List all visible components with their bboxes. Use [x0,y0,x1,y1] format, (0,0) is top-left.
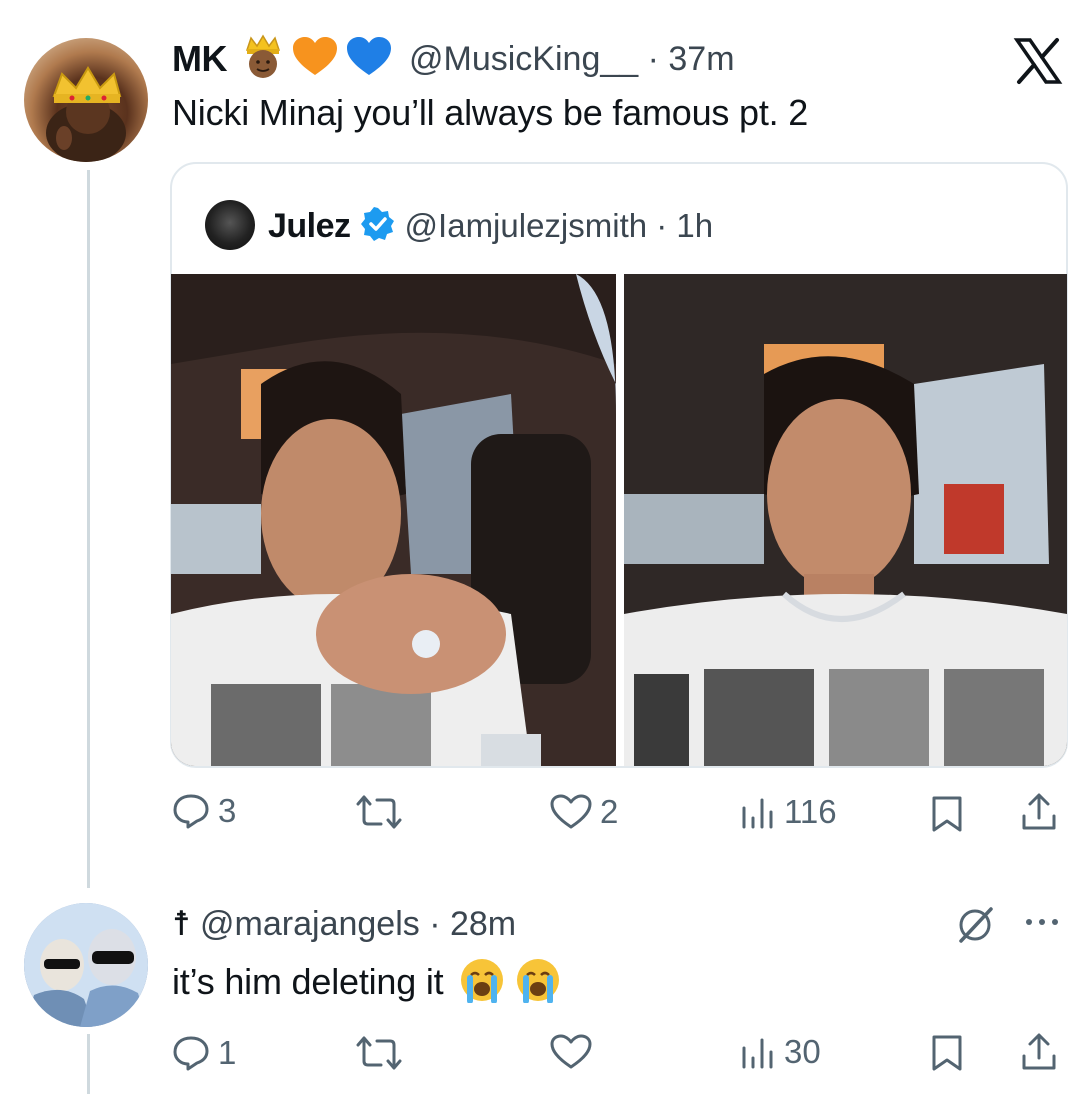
like-button[interactable]: 2 [550,793,618,831]
reply-author-avatar[interactable] [24,903,148,1027]
x-logo-icon [1013,36,1063,86]
retweet-icon [355,794,403,830]
quoted-photo-2[interactable] [624,274,1067,766]
reply-header: ☨ @marajangels · 28m [172,900,516,948]
author-name[interactable]: MK [172,38,228,80]
reply-like-button[interactable] [550,1034,600,1070]
reply-author-name[interactable]: ☨ [172,904,191,944]
more-options-button[interactable] [1022,912,1062,937]
orange-heart-emoji-icon [293,36,337,82]
reply-button[interactable]: 3 [172,792,236,830]
views-chart-icon [740,1034,776,1070]
retweet-icon [355,1035,403,1071]
bookmark-icon [930,796,964,837]
grok-button[interactable] [955,903,997,950]
thread-line [87,1034,90,1094]
tweet-text: Nicki Minaj you’ll always be famous pt. … [172,92,809,133]
reply-bookmark-button[interactable] [930,1034,964,1077]
reply-reply-count: 1 [218,1034,237,1071]
views-count: 116 [784,793,837,830]
thread-line [87,170,90,888]
author-avatar[interactable] [24,38,148,162]
reply-body: it’s him deleting it [172,957,561,1007]
reply-icon [172,1035,210,1071]
heart-icon [550,1034,592,1070]
quoted-author-handle-time[interactable]: @Iamjulezjsmith · 1h [405,207,714,245]
views-chart-icon [740,794,776,830]
reply-icon [172,793,210,829]
reply-views-count: 30 [784,1033,821,1070]
quoted-tweet-header: Julez @Iamjulezjsmith · 1h [268,200,713,252]
bookmark-icon [930,1035,964,1076]
author-handle-time[interactable]: @MusicKing__ · 37m [409,40,735,79]
loudly-crying-face-emoji-icon [459,957,505,1008]
crown-face-emoji-icon [243,34,283,85]
verified-badge-icon [360,206,395,246]
like-count: 2 [600,793,619,830]
heart-icon [550,794,592,830]
share-button[interactable] [1020,792,1058,837]
retweet-button[interactable] [355,794,411,830]
quoted-author-avatar[interactable] [205,200,255,250]
slashed-circle-icon [955,907,997,949]
blue-heart-emoji-icon [347,36,391,82]
reply-reply-button[interactable]: 1 [172,1034,236,1072]
reply-handle-time[interactable]: @marajangels · 28m [200,905,516,944]
quoted-author-name[interactable]: Julez [268,207,351,246]
share-icon [1020,793,1058,836]
bookmark-button[interactable] [930,795,964,838]
reply-retweet-button[interactable] [355,1035,411,1071]
views-button[interactable]: 116 [740,793,837,831]
loudly-crying-face-emoji-icon [515,957,561,1008]
reply-views-button[interactable]: 30 [740,1033,821,1071]
share-icon [1020,1033,1058,1076]
tweet-header: MK @MusicKing__ · 37m [172,34,735,84]
quoted-photo-1[interactable] [171,274,616,766]
reply-text: it’s him deleting it [172,961,444,1002]
more-dots-icon [1022,919,1062,936]
reply-share-button[interactable] [1020,1032,1058,1077]
reply-count: 3 [218,792,237,829]
